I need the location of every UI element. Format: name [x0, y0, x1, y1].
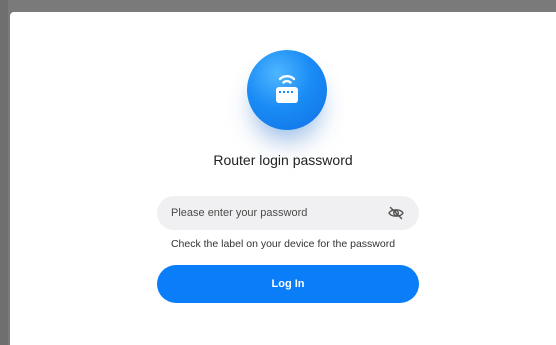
- router-wifi-icon: [247, 50, 327, 130]
- login-button[interactable]: Log In: [157, 265, 419, 303]
- password-hint: Check the label on your device for the p…: [170, 238, 396, 250]
- password-input[interactable]: [157, 196, 379, 230]
- backdrop: [0, 0, 8, 345]
- eye-slash-icon[interactable]: [387, 205, 405, 221]
- password-field: [157, 196, 419, 230]
- dialog-title: Router login password: [213, 152, 353, 168]
- login-dialog: Router login password Check the label on…: [10, 12, 556, 345]
